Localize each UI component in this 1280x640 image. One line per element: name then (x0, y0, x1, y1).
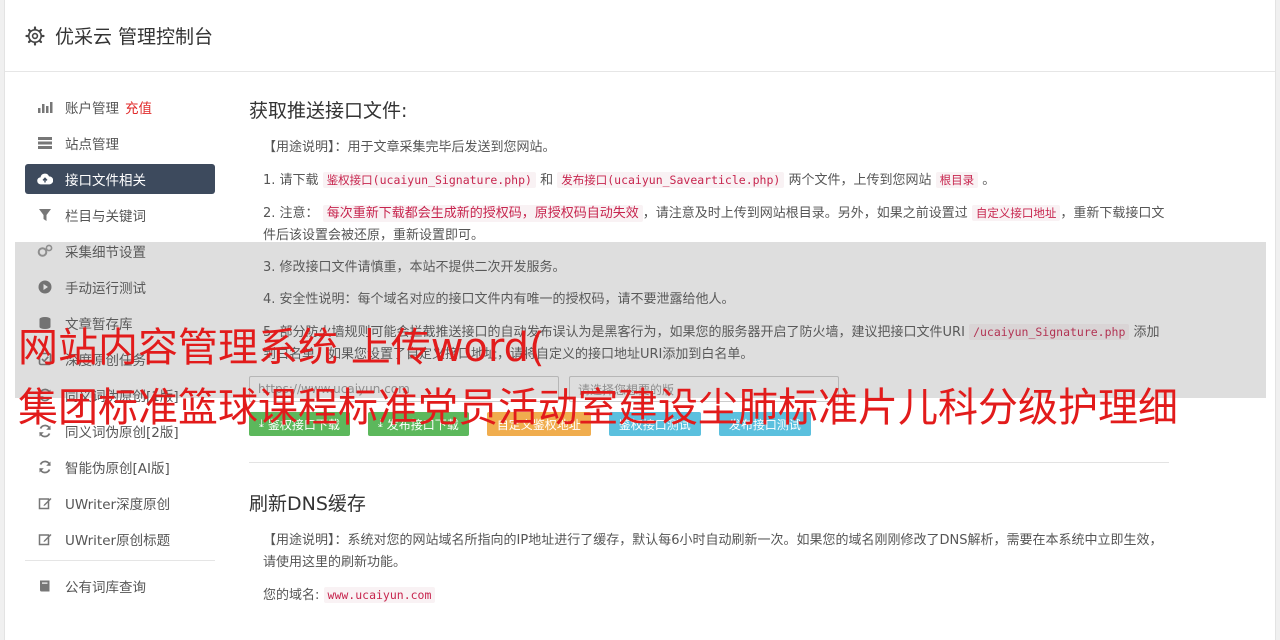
usage-text: ：用于文章采集完毕后发送到您网站。 (334, 140, 556, 155)
server-icon (37, 135, 53, 151)
usage-note: 【用途说明】：用于文章采集完毕后发送到您网站。 (249, 137, 1169, 159)
cloud-upload-icon (37, 171, 53, 187)
sidebar-item-label: UWriter深度原创 (65, 497, 171, 513)
recharge-link[interactable]: 充值 (125, 97, 152, 117)
sidebar-item-label: 站点管理 (65, 137, 119, 153)
sidebar-item-label: UWriter原创标题 (65, 533, 171, 549)
sidebar-item-ai-original[interactable]: 智能伪原创[AI版] (25, 452, 215, 482)
warning-text: 每次重新下载都会生成新的授权码，原授权码自动失效 (322, 205, 643, 222)
step-text: ，请注意及时上传到网站根目录。另外，如果之前设置过 (642, 206, 968, 221)
page-header: 优采云 管理控制台 (5, 0, 1275, 72)
overlay-title-line-1: 网站内容管理系统 上传word( (18, 325, 545, 371)
book-icon (37, 578, 53, 594)
sidebar-item-sites[interactable]: 站点管理 (25, 128, 215, 158)
savearticle-file-code: 发布接口(ucaiyun_Savearticle.php) (557, 172, 785, 188)
edit-icon (37, 531, 53, 547)
section-title-dns: 刷新DNS缓存 (249, 493, 366, 515)
dns-usage-note: 【用途说明】：系统对您的网站域名所指向的IP地址进行了缓存，默认每6小时自动刷新… (249, 530, 1169, 574)
sidebar-item-label: 智能伪原创[AI版] (65, 461, 170, 477)
gear-icon (25, 25, 45, 46)
filter-icon (37, 207, 53, 223)
sidebar-item-label: 接口文件相关 (65, 173, 146, 189)
sidebar-item-uwriter-title[interactable]: UWriter原创标题 (25, 524, 215, 554)
sidebar-item-label: 栏目与关键词 (65, 209, 146, 225)
sidebar-item-public-lexicon[interactable]: 公有词库查询 (25, 571, 215, 601)
page-title: 优采云 管理控制台 (55, 26, 214, 48)
edit-icon (37, 495, 53, 511)
step-text: 1. 请下载 (263, 173, 319, 188)
sidebar-item-label: 公有词库查询 (65, 580, 146, 596)
usage-label: 【用途说明】 (263, 140, 335, 155)
domain-row: 您的域名: www.ucaiyun.com (249, 584, 1169, 607)
watermark-band (15, 242, 1266, 398)
refresh-icon (37, 459, 53, 475)
sidebar-item-interface-files[interactable]: 接口文件相关 (25, 164, 215, 194)
sidebar-item-columns-keywords[interactable]: 栏目与关键词 (25, 200, 215, 230)
step-1: 1. 请下载 鉴权接口(ucaiyun_Signature.php) 和 发布接… (249, 169, 1169, 192)
sidebar-divider (25, 560, 215, 561)
custom-url-code: 自定义接口地址 (971, 205, 1061, 221)
sidebar-item-label: 账户管理 (65, 101, 119, 117)
sidebar-item-account[interactable]: 账户管理 充值 (25, 92, 215, 122)
usage-text: ：系统对您的网站域名所指向的IP地址进行了缓存，默认每6小时自动刷新一次。如果您… (263, 533, 1163, 570)
section-title-interface: 获取推送接口文件: (249, 100, 408, 122)
root-dir-code: 根目录 (935, 172, 979, 188)
domain-label: 您的域名: (263, 588, 320, 603)
usage-label: 【用途说明】 (263, 533, 335, 548)
overlay-title-line-2: 集团标准篮球课程标准党员活动室建设尘肺标准片儿科分级护理细 (18, 385, 1178, 431)
domain-value: www.ucaiyun.com (323, 587, 436, 603)
sidebar-item-uwriter-deep[interactable]: UWriter深度原创 (25, 488, 215, 518)
step-text: 和 (540, 173, 554, 188)
bar-chart-icon (37, 99, 53, 115)
signature-file-code: 鉴权接口(ucaiyun_Signature.php) (322, 172, 536, 188)
step-2: 2. 注意： 每次重新下载都会生成新的授权码，原授权码自动失效 ，请注意及时上传到… (249, 202, 1169, 247)
section-divider (249, 462, 1169, 463)
step-text: 两个文件，上传到您网站 (788, 173, 932, 188)
step-text: 2. 注意： (263, 206, 319, 221)
step-text: 。 (982, 173, 996, 188)
